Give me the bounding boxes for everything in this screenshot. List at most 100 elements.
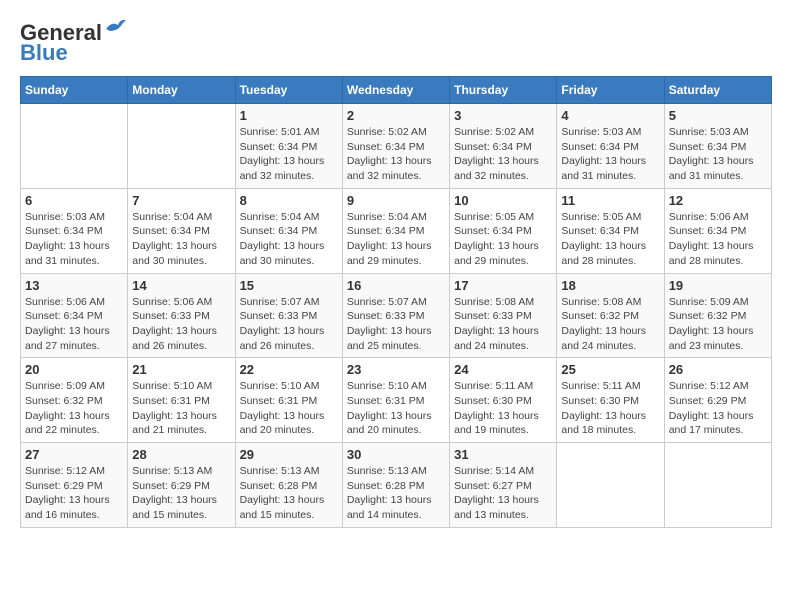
day-info: Sunrise: 5:13 AMSunset: 6:28 PMDaylight:… (347, 464, 445, 523)
calendar-week-3: 13 Sunrise: 5:06 AMSunset: 6:34 PMDayligh… (21, 273, 772, 358)
calendar-week-5: 27 Sunrise: 5:12 AMSunset: 6:29 PMDayligh… (21, 443, 772, 528)
day-number: 4 (561, 108, 659, 123)
weekday-header-sunday: Sunday (21, 77, 128, 104)
day-info: Sunrise: 5:08 AMSunset: 6:32 PMDaylight:… (561, 295, 659, 354)
day-info: Sunrise: 5:10 AMSunset: 6:31 PMDaylight:… (347, 379, 445, 438)
calendar-week-2: 6 Sunrise: 5:03 AMSunset: 6:34 PMDaylight… (21, 188, 772, 273)
day-info: Sunrise: 5:04 AMSunset: 6:34 PMDaylight:… (240, 210, 338, 269)
page-header: General Blue (20, 20, 772, 66)
day-number: 15 (240, 278, 338, 293)
day-info: Sunrise: 5:08 AMSunset: 6:33 PMDaylight:… (454, 295, 552, 354)
calendar-cell: 11 Sunrise: 5:05 AMSunset: 6:34 PMDayligh… (557, 188, 664, 273)
day-info: Sunrise: 5:11 AMSunset: 6:30 PMDaylight:… (561, 379, 659, 438)
day-number: 21 (132, 362, 230, 377)
calendar-cell: 9 Sunrise: 5:04 AMSunset: 6:34 PMDaylight… (342, 188, 449, 273)
day-number: 17 (454, 278, 552, 293)
day-number: 20 (25, 362, 123, 377)
calendar-cell: 30 Sunrise: 5:13 AMSunset: 6:28 PMDayligh… (342, 443, 449, 528)
day-info: Sunrise: 5:10 AMSunset: 6:31 PMDaylight:… (132, 379, 230, 438)
calendar-cell: 23 Sunrise: 5:10 AMSunset: 6:31 PMDayligh… (342, 358, 449, 443)
day-number: 6 (25, 193, 123, 208)
day-number: 13 (25, 278, 123, 293)
day-number: 1 (240, 108, 338, 123)
day-number: 25 (561, 362, 659, 377)
day-info: Sunrise: 5:03 AMSunset: 6:34 PMDaylight:… (25, 210, 123, 269)
day-number: 5 (669, 108, 767, 123)
day-number: 23 (347, 362, 445, 377)
day-info: Sunrise: 5:13 AMSunset: 6:28 PMDaylight:… (240, 464, 338, 523)
calendar-cell: 2Sunrise: 5:02 AMSunset: 6:34 PMDaylight… (342, 104, 449, 189)
day-number: 28 (132, 447, 230, 462)
calendar-cell: 26 Sunrise: 5:12 AMSunset: 6:29 PMDayligh… (664, 358, 771, 443)
calendar-cell: 24 Sunrise: 5:11 AMSunset: 6:30 PMDayligh… (450, 358, 557, 443)
day-info: Sunrise: 5:02 AMSunset: 6:34 PMDaylight:… (347, 125, 445, 184)
calendar-cell: 7Sunrise: 5:04 AMSunset: 6:34 PMDaylight… (128, 188, 235, 273)
day-number: 14 (132, 278, 230, 293)
day-number: 10 (454, 193, 552, 208)
day-info: Sunrise: 5:14 AMSunset: 6:27 PMDaylight:… (454, 464, 552, 523)
day-info: Sunrise: 5:13 AMSunset: 6:29 PMDaylight:… (132, 464, 230, 523)
calendar-cell: 25 Sunrise: 5:11 AMSunset: 6:30 PMDayligh… (557, 358, 664, 443)
day-info: Sunrise: 5:03 AMSunset: 6:34 PMDaylight:… (561, 125, 659, 184)
day-number: 12 (669, 193, 767, 208)
calendar-cell: 31 Sunrise: 5:14 AMSunset: 6:27 PMDayligh… (450, 443, 557, 528)
calendar-cell: 8 Sunrise: 5:04 AMSunset: 6:34 PMDaylight… (235, 188, 342, 273)
calendar-cell: 20 Sunrise: 5:09 AMSunset: 6:32 PMDayligh… (21, 358, 128, 443)
logo-blue: Blue (20, 40, 68, 66)
day-number: 11 (561, 193, 659, 208)
day-number: 18 (561, 278, 659, 293)
day-number: 8 (240, 193, 338, 208)
calendar-week-4: 20 Sunrise: 5:09 AMSunset: 6:32 PMDayligh… (21, 358, 772, 443)
calendar-cell: 1 Sunrise: 5:01 AMSunset: 6:34 PMDaylight… (235, 104, 342, 189)
day-info: Sunrise: 5:06 AMSunset: 6:34 PMDaylight:… (669, 210, 767, 269)
day-number: 29 (240, 447, 338, 462)
calendar-cell: 3Sunrise: 5:02 AMSunset: 6:34 PMDaylight… (450, 104, 557, 189)
calendar-cell: 6 Sunrise: 5:03 AMSunset: 6:34 PMDaylight… (21, 188, 128, 273)
day-info: Sunrise: 5:04 AMSunset: 6:34 PMDaylight:… (347, 210, 445, 269)
weekday-header-tuesday: Tuesday (235, 77, 342, 104)
calendar-cell: 13 Sunrise: 5:06 AMSunset: 6:34 PMDayligh… (21, 273, 128, 358)
calendar-cell: 29 Sunrise: 5:13 AMSunset: 6:28 PMDayligh… (235, 443, 342, 528)
calendar-cell: 5 Sunrise: 5:03 AMSunset: 6:34 PMDaylight… (664, 104, 771, 189)
day-number: 26 (669, 362, 767, 377)
calendar-cell: 4 Sunrise: 5:03 AMSunset: 6:34 PMDaylight… (557, 104, 664, 189)
logo: General Blue (20, 20, 126, 66)
day-info: Sunrise: 5:12 AMSunset: 6:29 PMDaylight:… (669, 379, 767, 438)
day-info: Sunrise: 5:07 AMSunset: 6:33 PMDaylight:… (347, 295, 445, 354)
day-number: 19 (669, 278, 767, 293)
day-number: 30 (347, 447, 445, 462)
day-info: Sunrise: 5:04 AMSunset: 6:34 PMDaylight:… (132, 210, 230, 269)
calendar-body: 1 Sunrise: 5:01 AMSunset: 6:34 PMDaylight… (21, 104, 772, 528)
day-number: 27 (25, 447, 123, 462)
day-number: 9 (347, 193, 445, 208)
day-info: Sunrise: 5:06 AMSunset: 6:33 PMDaylight:… (132, 295, 230, 354)
day-info: Sunrise: 5:09 AMSunset: 6:32 PMDaylight:… (25, 379, 123, 438)
weekday-header-saturday: Saturday (664, 77, 771, 104)
day-info: Sunrise: 5:06 AMSunset: 6:34 PMDaylight:… (25, 295, 123, 354)
weekday-header-wednesday: Wednesday (342, 77, 449, 104)
day-info: Sunrise: 5:01 AMSunset: 6:34 PMDaylight:… (240, 125, 338, 184)
day-number: 22 (240, 362, 338, 377)
day-info: Sunrise: 5:05 AMSunset: 6:34 PMDaylight:… (454, 210, 552, 269)
calendar-header: SundayMondayTuesdayWednesdayThursdayFrid… (21, 77, 772, 104)
calendar-cell: 18 Sunrise: 5:08 AMSunset: 6:32 PMDayligh… (557, 273, 664, 358)
weekday-header-monday: Monday (128, 77, 235, 104)
weekday-header-row: SundayMondayTuesdayWednesdayThursdayFrid… (21, 77, 772, 104)
calendar-week-1: 1 Sunrise: 5:01 AMSunset: 6:34 PMDaylight… (21, 104, 772, 189)
calendar-cell: 28 Sunrise: 5:13 AMSunset: 6:29 PMDayligh… (128, 443, 235, 528)
calendar-cell: 19 Sunrise: 5:09 AMSunset: 6:32 PMDayligh… (664, 273, 771, 358)
weekday-header-thursday: Thursday (450, 77, 557, 104)
calendar-cell (557, 443, 664, 528)
day-info: Sunrise: 5:11 AMSunset: 6:30 PMDaylight:… (454, 379, 552, 438)
day-number: 24 (454, 362, 552, 377)
calendar-cell: 21 Sunrise: 5:10 AMSunset: 6:31 PMDayligh… (128, 358, 235, 443)
calendar-cell: 10 Sunrise: 5:05 AMSunset: 6:34 PMDayligh… (450, 188, 557, 273)
day-info: Sunrise: 5:12 AMSunset: 6:29 PMDaylight:… (25, 464, 123, 523)
day-number: 31 (454, 447, 552, 462)
day-info: Sunrise: 5:09 AMSunset: 6:32 PMDaylight:… (669, 295, 767, 354)
calendar-cell: 12 Sunrise: 5:06 AMSunset: 6:34 PMDayligh… (664, 188, 771, 273)
calendar-cell: 16Sunrise: 5:07 AMSunset: 6:33 PMDayligh… (342, 273, 449, 358)
day-info: Sunrise: 5:10 AMSunset: 6:31 PMDaylight:… (240, 379, 338, 438)
day-info: Sunrise: 5:03 AMSunset: 6:34 PMDaylight:… (669, 125, 767, 184)
day-info: Sunrise: 5:05 AMSunset: 6:34 PMDaylight:… (561, 210, 659, 269)
